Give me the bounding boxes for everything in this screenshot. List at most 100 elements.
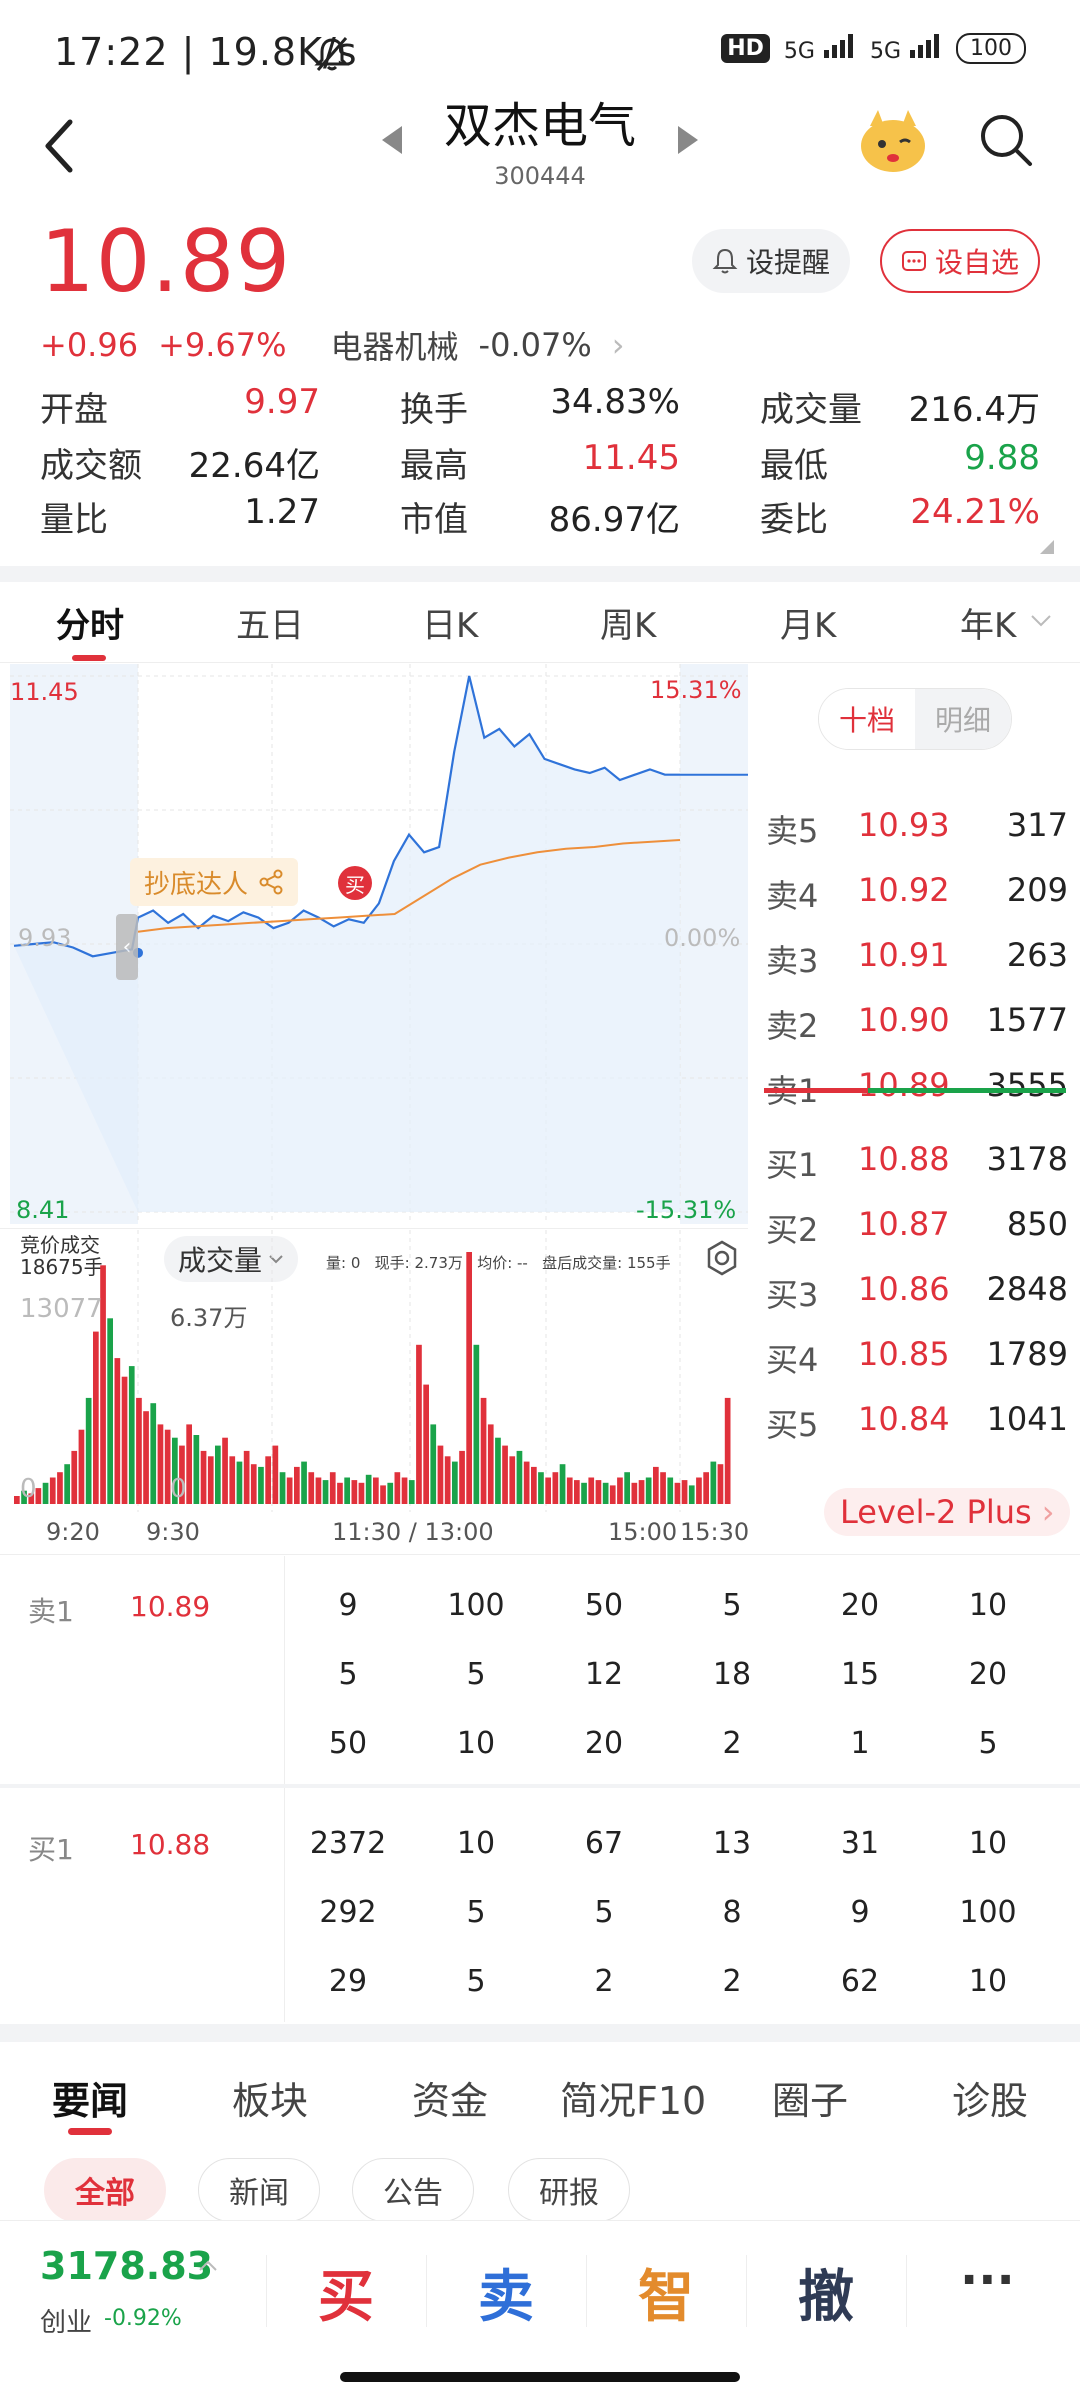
volume-chart[interactable] xyxy=(10,1230,748,1512)
stat-value: 22.64亿 xyxy=(188,446,320,486)
order-book-row[interactable]: 卖2 10.90 1577 xyxy=(748,1001,1068,1061)
volume-bar xyxy=(645,1477,652,1504)
queue-order-cell: 2 xyxy=(722,1964,742,1999)
stat-label: 换手 xyxy=(400,390,468,430)
volume-bar xyxy=(437,1445,444,1504)
news-tab[interactable]: 诊股 xyxy=(952,2070,1028,2125)
chart-tab[interactable]: 月K xyxy=(780,598,836,647)
order-book-row[interactable]: 买3 10.86 2848 xyxy=(748,1270,1068,1330)
volume-bar xyxy=(243,1450,250,1504)
volume-bar xyxy=(681,1480,688,1504)
volume-bar xyxy=(272,1445,279,1504)
queue-order-cell: 10 xyxy=(456,1826,496,1861)
news-filter-chip[interactable]: 公告 xyxy=(352,2158,474,2222)
chart-tab[interactable]: 年K xyxy=(960,598,1016,647)
pct-axis-top: 15.31% xyxy=(650,676,742,704)
queue-order-cell: 10 xyxy=(456,1726,496,1761)
queue-order-cell: 10 xyxy=(968,1588,1008,1623)
chart-tab[interactable]: 周K xyxy=(600,598,656,647)
order-book-row[interactable]: 卖1 10.89 3555 xyxy=(748,1066,1068,1126)
stat-value: 34.83% xyxy=(550,382,680,422)
level2-plus-button[interactable]: Level-2 Plus › xyxy=(824,1488,1071,1536)
smart-button[interactable]: 智 xyxy=(638,2252,694,2333)
volume-bar xyxy=(71,1450,78,1504)
queue-order-cell: 62 xyxy=(840,1964,880,1999)
chart-annotation[interactable]: 抄底达人 xyxy=(130,858,299,906)
index-change: -0.92% xyxy=(104,2306,182,2331)
volume-bar xyxy=(531,1466,537,1504)
signal-5g-2: 5G xyxy=(870,32,942,64)
chevron-up-icon[interactable] xyxy=(198,2258,218,2272)
buy-marker[interactable]: 买 xyxy=(338,866,372,900)
mascot-icon[interactable] xyxy=(856,106,930,176)
cancel-order-button[interactable]: 撤 xyxy=(798,2252,854,2333)
chart-tab[interactable]: 五日 xyxy=(236,598,304,647)
x-label-midday: 11:30 / 13:00 xyxy=(332,1518,494,1546)
chevron-down-icon[interactable] xyxy=(1030,614,1052,628)
volume-bar xyxy=(703,1472,709,1504)
add-favorite-button[interactable]: 设自选 xyxy=(880,229,1040,293)
search-icon[interactable] xyxy=(978,112,1034,168)
news-tab[interactable]: 资金 xyxy=(412,2070,488,2125)
sell-button[interactable]: 卖 xyxy=(478,2252,534,2333)
order-book-row[interactable]: 买1 10.88 3178 xyxy=(748,1140,1068,1200)
volume-bar xyxy=(653,1466,659,1504)
vol-axis-zero-right: 0 xyxy=(170,1474,187,1504)
chevron-right-icon[interactable]: › xyxy=(612,326,625,364)
chart-tab[interactable]: 分时 xyxy=(56,598,124,647)
vol-axis-right: 6.37万 xyxy=(170,1304,248,1332)
buy-button[interactable]: 买 xyxy=(318,2252,374,2333)
set-alert-button[interactable]: 设提醒 xyxy=(692,229,850,293)
news-tab[interactable]: 要闻 xyxy=(52,2070,128,2125)
queue-order-cell: 8 xyxy=(722,1895,742,1930)
volume-bar xyxy=(157,1424,164,1504)
queue-order-cell: 100 xyxy=(447,1588,505,1623)
queue-order-cell: 20 xyxy=(584,1726,624,1761)
favorite-icon xyxy=(901,251,926,271)
next-stock-icon[interactable] xyxy=(676,124,700,156)
vol-axis-zero: 0 xyxy=(20,1474,37,1504)
news-tab[interactable]: 板块 xyxy=(232,2070,308,2125)
sector-change[interactable]: -0.07% xyxy=(479,326,592,364)
volume-bar xyxy=(516,1450,523,1504)
level-label: 卖4 xyxy=(766,877,819,915)
queue-order-cell: 5 xyxy=(466,1895,486,1930)
volume-bar xyxy=(49,1477,56,1504)
queue-order-cell: 5 xyxy=(466,1657,486,1692)
level-price: 10.85 xyxy=(858,1335,950,1373)
index-value[interactable]: 3178.83 xyxy=(40,2244,213,2288)
volume-bar xyxy=(473,1344,480,1504)
x-label-920: 9:20 xyxy=(46,1518,100,1546)
volume-bar xyxy=(57,1472,63,1504)
x-label-1500: 15:00 xyxy=(608,1518,678,1546)
level-price: 10.84 xyxy=(858,1400,950,1438)
price-change-pct: +9.67% xyxy=(158,326,287,364)
news-filter-chip[interactable]: 研报 xyxy=(508,2158,630,2222)
bell-icon xyxy=(712,248,738,274)
stat-label: 成交量 xyxy=(760,390,862,430)
order-book-row[interactable]: 买2 10.87 850 xyxy=(748,1205,1068,1265)
news-tab[interactable]: 简况F10 xyxy=(560,2070,706,2125)
home-indicator[interactable] xyxy=(340,2372,740,2382)
collapse-handle-icon[interactable]: ‹ xyxy=(116,914,138,980)
order-book-row[interactable]: 卖3 10.91 263 xyxy=(748,936,1068,996)
volume-bar xyxy=(696,1477,702,1504)
bar-separator xyxy=(906,2255,907,2327)
order-book-row[interactable]: 卖4 10.92 209 xyxy=(748,871,1068,931)
level-quantity: 1577 xyxy=(986,1001,1068,1039)
order-book-row[interactable]: 买5 10.84 1041 xyxy=(748,1400,1068,1460)
expand-corner-icon[interactable] xyxy=(1040,540,1054,554)
sector-name[interactable]: 电器机械 xyxy=(331,322,459,368)
news-filter-chip[interactable]: 全部 xyxy=(44,2158,166,2222)
queue-ask-label: 卖1 xyxy=(28,1595,74,1628)
more-icon[interactable]: ··· xyxy=(960,2252,1015,2308)
stock-header: 双杰电气 300444 xyxy=(0,80,1080,200)
volume-bar xyxy=(200,1450,207,1504)
chart-tab[interactable]: 日K xyxy=(422,598,478,647)
queue-order-cell: 29 xyxy=(328,1964,368,1999)
order-book-row[interactable]: 卖5 10.93 317 xyxy=(748,806,1068,866)
volume-bar xyxy=(394,1472,401,1504)
news-tab[interactable]: 圈子 xyxy=(772,2070,848,2125)
order-book-row[interactable]: 买4 10.85 1789 xyxy=(748,1335,1068,1395)
news-filter-chip[interactable]: 新闻 xyxy=(198,2158,320,2222)
